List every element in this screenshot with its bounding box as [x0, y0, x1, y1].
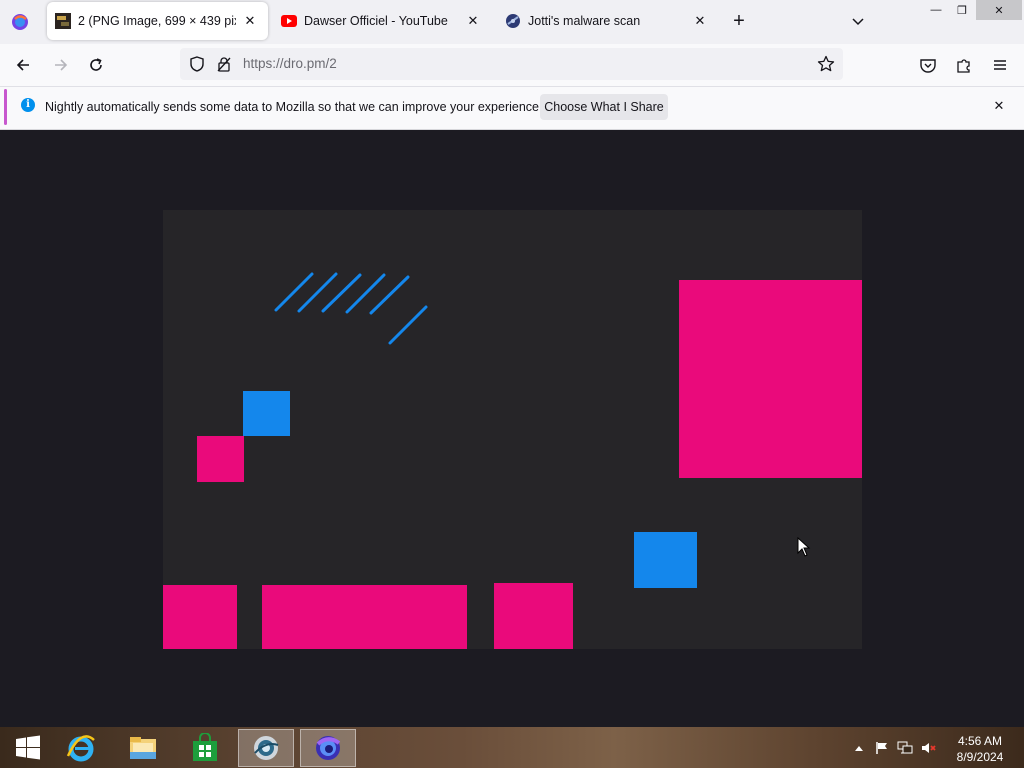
tab-title: Dawser Officiel - YouTube — [304, 14, 448, 28]
tab-jotti[interactable]: Jotti's malware scan ✕ — [497, 2, 718, 40]
tracking-protection-shield-icon[interactable] — [189, 56, 205, 72]
pink-square-small — [197, 436, 244, 482]
pocket-icon[interactable] — [917, 54, 939, 76]
restore-button[interactable]: ❐ — [947, 0, 977, 20]
url-text: https://dro.pm/2 — [243, 56, 337, 71]
pink-square-large — [679, 280, 862, 478]
extensions-icon[interactable] — [953, 54, 975, 76]
close-tab-icon[interactable]: ✕ — [465, 13, 481, 29]
mouse-cursor-icon — [797, 537, 811, 557]
file-explorer-icon[interactable] — [115, 729, 171, 767]
back-icon[interactable] — [12, 54, 34, 76]
blue-square-medium — [634, 532, 697, 588]
network-icon[interactable] — [897, 741, 913, 755]
jotti-icon — [505, 13, 521, 29]
system-clock[interactable]: 4:56 AM 8/9/2024 — [950, 733, 1010, 765]
close-notification-icon[interactable]: ✕ — [992, 99, 1006, 113]
list-all-tabs-icon[interactable] — [849, 13, 867, 31]
url-bar[interactable]: https://dro.pm/2 — [180, 48, 843, 80]
close-tab-icon[interactable]: ✕ — [242, 13, 258, 29]
tab-youtube[interactable]: Dawser Officiel - YouTube ✕ — [273, 2, 491, 40]
site-info-lock-icon[interactable] — [216, 56, 232, 72]
clock-date: 8/9/2024 — [956, 750, 1004, 764]
firefox-view-icon[interactable] — [8, 10, 32, 34]
tab-png-image[interactable]: 2 (PNG Image, 699 × 439 pixels) ✕ — [47, 2, 268, 40]
new-tab-button[interactable]: + — [729, 11, 749, 32]
blue-square-small — [243, 391, 290, 436]
show-hidden-icons-icon[interactable] — [851, 741, 867, 755]
hamburger-menu-icon[interactable] — [989, 54, 1011, 76]
internet-explorer-icon[interactable] — [53, 729, 109, 767]
image-thumbnail-icon — [55, 13, 71, 29]
data-reporting-notification: i Nightly automatically sends some data … — [0, 87, 1024, 130]
windows-taskbar: 4:56 AM 8/9/2024 — [0, 727, 1024, 768]
tab-title: 2 (PNG Image, 699 × 439 pixels) — [78, 14, 236, 28]
store-icon[interactable] — [177, 729, 233, 767]
bookmark-star-icon[interactable] — [817, 55, 835, 73]
start-button[interactable] — [0, 729, 56, 767]
navigation-toolbar: https://dro.pm/2 — [0, 44, 1024, 87]
pink-block-right — [494, 583, 573, 649]
tab-title: Jotti's malware scan — [528, 14, 641, 28]
close-tab-icon[interactable]: ✕ — [692, 13, 708, 29]
tab-strip: 2 (PNG Image, 699 × 439 pixels) ✕ Dawser… — [0, 0, 1024, 44]
displayed-png-image[interactable] — [163, 210, 862, 649]
info-icon: i — [21, 98, 35, 112]
reload-icon[interactable] — [85, 54, 107, 76]
notification-message: Nightly automatically sends some data to… — [45, 100, 543, 114]
window-close-button[interactable]: ✕ — [976, 0, 1022, 20]
firefox-nightly-icon[interactable] — [300, 729, 356, 767]
forward-icon[interactable] — [50, 54, 72, 76]
youtube-icon — [281, 13, 297, 29]
image-viewer — [0, 130, 1024, 727]
notification-accent — [4, 89, 7, 125]
choose-what-i-share-button[interactable]: Choose What I Share — [540, 94, 668, 120]
volume-muted-icon[interactable] — [921, 741, 937, 755]
pink-block-wide — [262, 585, 467, 649]
action-center-flag-icon[interactable] — [874, 741, 890, 755]
browser-app-icon[interactable] — [238, 729, 294, 767]
clock-time: 4:56 AM — [957, 734, 1003, 748]
pink-block-left — [163, 585, 237, 649]
